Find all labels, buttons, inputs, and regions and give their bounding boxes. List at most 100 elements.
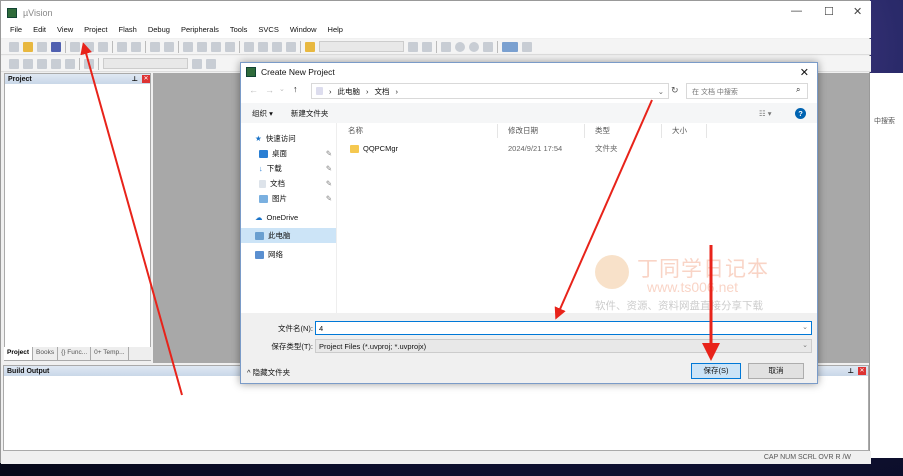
- breakpoint-disable-icon[interactable]: [469, 41, 479, 52]
- column-type[interactable]: 类型: [585, 124, 662, 138]
- unindent-icon[interactable]: [258, 41, 268, 52]
- bookmark-icon[interactable]: [183, 41, 193, 52]
- menu-edit[interactable]: Edit: [33, 25, 46, 38]
- redo-icon[interactable]: [131, 41, 141, 52]
- filetype-select[interactable]: Project Files (*.uvproj; *.uvprojx) ⌄: [315, 339, 812, 353]
- nav-downloads[interactable]: ↓ 下载 ✎: [241, 161, 336, 176]
- target-options-icon[interactable]: [192, 58, 202, 69]
- nav-network[interactable]: 网络: [241, 247, 336, 262]
- back-button[interactable]: ←: [249, 85, 258, 95]
- column-size[interactable]: 大小: [662, 124, 707, 138]
- nav-quick-access[interactable]: ★ 快速访问: [241, 131, 336, 146]
- save-icon[interactable]: [37, 41, 47, 52]
- open-icon[interactable]: [23, 41, 33, 52]
- column-modified[interactable]: 修改日期: [498, 124, 585, 138]
- file-row[interactable]: QQPCMgr 2024/9/21 17:54 文件夹: [338, 141, 817, 156]
- nav-onedrive[interactable]: ☁ OneDrive: [241, 210, 336, 225]
- close-panel-icon[interactable]: ✕: [142, 75, 150, 83]
- download-icon[interactable]: [84, 58, 94, 69]
- maximize-button[interactable]: ☐: [824, 5, 834, 18]
- forward-button[interactable]: →: [265, 85, 274, 95]
- column-name[interactable]: 名称: [338, 124, 498, 138]
- pin-icon: ✎: [325, 194, 332, 203]
- cancel-button[interactable]: 取消: [748, 363, 804, 379]
- menu-debug[interactable]: Debug: [148, 25, 170, 38]
- tab-functions[interactable]: {} Func...: [58, 347, 92, 360]
- stop-build-icon[interactable]: [65, 58, 75, 69]
- cut-icon[interactable]: [70, 41, 80, 52]
- dialog-close-button[interactable]: ✕: [800, 66, 809, 79]
- close-button[interactable]: ✕: [853, 5, 862, 18]
- undo-icon[interactable]: [117, 41, 127, 52]
- tab-templates[interactable]: 0+ Temp...: [91, 347, 129, 360]
- recent-dropdown[interactable]: ⌄: [279, 85, 285, 93]
- tab-books[interactable]: Books: [33, 347, 59, 360]
- copy-icon[interactable]: [84, 41, 94, 52]
- comment-icon[interactable]: [272, 41, 282, 52]
- bookmark-clear-icon[interactable]: [225, 41, 235, 52]
- filename-input[interactable]: 4 ⌄: [315, 321, 812, 335]
- hide-folders-button[interactable]: ^ 隐藏文件夹: [247, 367, 290, 378]
- menu-help[interactable]: Help: [328, 25, 343, 38]
- uncomment-icon[interactable]: [286, 41, 296, 52]
- translate-icon[interactable]: [9, 58, 19, 69]
- menu-tools[interactable]: Tools: [230, 25, 248, 38]
- up-button[interactable]: ↑: [293, 84, 298, 94]
- batch-build-icon[interactable]: [51, 58, 61, 69]
- refresh-icon[interactable]: ↻: [671, 85, 679, 96]
- build-icon[interactable]: [23, 58, 33, 69]
- pin-icon[interactable]: ⊥: [848, 367, 854, 375]
- chevron-down-icon[interactable]: ⌄: [802, 341, 808, 349]
- breakpoint-icon[interactable]: [455, 41, 465, 52]
- tab-project[interactable]: Project: [4, 347, 34, 360]
- bookmark-prev-icon[interactable]: [197, 41, 207, 52]
- file-name: QQPCMgr: [363, 144, 399, 153]
- nav-label: OneDrive: [266, 213, 299, 222]
- nav-this-pc[interactable]: 此电脑: [241, 228, 336, 243]
- new-file-icon[interactable]: [9, 41, 19, 52]
- debug-icon[interactable]: [441, 41, 451, 52]
- window-layout-icon[interactable]: [502, 41, 518, 52]
- target-combo[interactable]: [103, 58, 188, 69]
- breadcrumb-this-pc[interactable]: 此电脑: [338, 86, 361, 97]
- nav-desktop[interactable]: 桌面 ✎: [241, 146, 336, 161]
- help-icon[interactable]: ?: [795, 107, 806, 119]
- nav-documents[interactable]: 文档 ✎: [241, 176, 336, 191]
- organize-button[interactable]: 组织 ▾: [252, 108, 273, 119]
- menu-project[interactable]: Project: [84, 25, 107, 38]
- save-all-icon[interactable]: [51, 41, 61, 52]
- close-panel-icon[interactable]: ✕: [858, 367, 866, 375]
- indent-icon[interactable]: [244, 41, 254, 52]
- nav-pictures[interactable]: 图片 ✎: [241, 191, 336, 206]
- pin-icon[interactable]: ⊥: [132, 75, 138, 83]
- configure-icon[interactable]: [522, 41, 532, 52]
- minimize-button[interactable]: —: [791, 5, 802, 17]
- menu-svcs[interactable]: SVCS: [258, 25, 278, 38]
- menu-flash[interactable]: Flash: [119, 25, 137, 38]
- menu-peripherals[interactable]: Peripherals: [181, 25, 219, 38]
- address-dropdown-icon[interactable]: ⌄: [658, 87, 664, 96]
- bookmark-next-icon[interactable]: [211, 41, 221, 52]
- find-in-files-icon[interactable]: [305, 41, 315, 52]
- chevron-down-icon[interactable]: ⌄: [802, 323, 808, 331]
- manage-components-icon[interactable]: [206, 58, 216, 69]
- menu-window[interactable]: Window: [290, 25, 317, 38]
- menu-view[interactable]: View: [57, 25, 73, 38]
- find-combo[interactable]: [319, 41, 404, 52]
- incremental-find-icon[interactable]: [422, 41, 432, 52]
- save-button[interactable]: 保存(S): [691, 363, 741, 379]
- view-options-icon[interactable]: ☷ ▾: [759, 109, 772, 118]
- breakpoint-kill-icon[interactable]: [483, 41, 493, 52]
- paste-icon[interactable]: [98, 41, 108, 52]
- search-input[interactable]: 在 文档 中搜索: [686, 83, 808, 99]
- menu-file[interactable]: File: [10, 25, 22, 38]
- address-bar[interactable]: › 此电脑 › 文档 › ⌄: [311, 83, 669, 99]
- find-icon[interactable]: [408, 41, 418, 52]
- nav-label: 桌面: [272, 149, 287, 158]
- filetype-label: 保存类型(T):: [271, 341, 313, 351]
- new-folder-button[interactable]: 新建文件夹: [291, 108, 329, 119]
- nav-back-icon[interactable]: [150, 41, 160, 52]
- rebuild-icon[interactable]: [37, 58, 47, 69]
- breadcrumb-documents[interactable]: 文档: [375, 86, 390, 97]
- nav-forward-icon[interactable]: [164, 41, 174, 52]
